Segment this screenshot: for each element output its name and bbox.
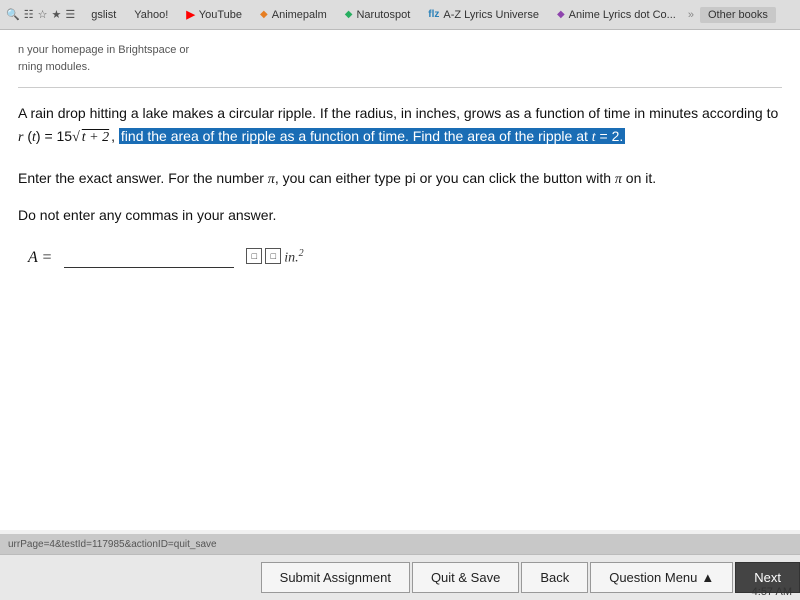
main-content: n your homepage in Brightspace or rning …: [0, 30, 800, 530]
system-time: 4:57 AM: [752, 586, 792, 598]
breadcrumb-line2: rning modules.: [18, 61, 90, 73]
tab-yahoo[interactable]: Yahoo!: [128, 7, 174, 23]
tab-animedot[interactable]: ◆ Anime Lyrics dot Co...: [551, 7, 682, 23]
tab-narutospot[interactable]: ◆ Narutospot: [339, 7, 417, 23]
no-commas-text: Do not enter any commas in your answer.: [18, 207, 276, 223]
azlyrics-icon: flz: [428, 9, 439, 20]
units-superscript: 2: [299, 248, 304, 259]
bookmark-icon[interactable]: ★: [51, 8, 61, 21]
tab-animepalm-label: Animepalm: [272, 9, 327, 21]
url-bar: urrPage=4&testId=117985&actionID=quit_sa…: [0, 534, 800, 554]
tab-yahoo-label: Yahoo!: [134, 9, 168, 21]
menu-icon[interactable]: ☰: [65, 8, 75, 21]
units-label: in.2: [284, 248, 303, 267]
tab-youtube[interactable]: ▶ YouTube: [180, 6, 248, 23]
units-icon-2: □: [265, 248, 281, 264]
tab-animedot-label: Anime Lyrics dot Co...: [569, 9, 676, 21]
instructions-text: Enter the exact answer. For the number π…: [18, 170, 656, 186]
tab-azlyrics-label: A-Z Lyrics Universe: [443, 9, 539, 21]
answer-label: A =: [28, 249, 52, 267]
youtube-icon: ▶: [186, 8, 194, 21]
tab-azlyrics[interactable]: flz A-Z Lyrics Universe: [422, 7, 545, 23]
tab-youtube-label: YouTube: [199, 9, 242, 21]
browser-tabs-bar: 🔍 ☷ ☆ ★ ☰ gslist Yahoo! ▶ YouTube ◆ Anim…: [0, 0, 800, 30]
problem-highlight: find the area of the ripple as a functio…: [119, 128, 625, 144]
tab-narutospot-label: Narutospot: [356, 9, 410, 21]
breadcrumb-line1: n your homepage in Brightspace or: [18, 44, 189, 56]
answer-input[interactable]: [64, 247, 234, 268]
question-menu-label: Question Menu: [609, 570, 697, 585]
content-divider: [18, 87, 782, 88]
animepalm-icon: ◆: [260, 9, 268, 20]
submit-assignment-button[interactable]: Submit Assignment: [261, 562, 410, 593]
tab-animepalm[interactable]: ◆ Animepalm: [254, 7, 333, 23]
quit-save-button[interactable]: Quit & Save: [412, 562, 519, 593]
window-controls: 🔍 ☷ ☆ ★ ☰: [6, 8, 75, 21]
tab-gslist-label: gslist: [91, 9, 116, 21]
instructions: Enter the exact answer. For the number π…: [18, 167, 782, 191]
star-icon[interactable]: ☆: [38, 8, 48, 21]
url-text: urrPage=4&testId=117985&actionID=quit_sa…: [8, 539, 217, 550]
bottom-action-bar: Submit Assignment Quit & Save Back Quest…: [0, 554, 800, 600]
units-icon-1: □: [246, 248, 262, 264]
chevron-up-icon: ▲: [701, 570, 714, 585]
bottom-buttons: Submit Assignment Quit & Save Back Quest…: [261, 562, 800, 593]
tabs-divider: »: [688, 9, 694, 21]
answer-row: A = □ □ in.2: [18, 247, 782, 268]
other-books-label[interactable]: Other books: [700, 7, 776, 23]
tab-gslist[interactable]: gslist: [85, 7, 122, 23]
no-commas-instruction: Do not enter any commas in your answer.: [18, 207, 782, 223]
breadcrumb: n your homepage in Brightspace or rning …: [18, 42, 782, 75]
back-button[interactable]: Back: [521, 562, 588, 593]
animedot-icon: ◆: [557, 9, 565, 20]
units-area: □ □ in.2: [246, 248, 303, 267]
question-menu-button[interactable]: Question Menu ▲: [590, 562, 733, 593]
list-icon[interactable]: ☷: [24, 8, 34, 21]
narutospot-icon: ◆: [345, 9, 353, 20]
problem-statement: A rain drop hitting a lake makes a circu…: [18, 102, 782, 149]
magnify-icon[interactable]: 🔍: [6, 8, 20, 21]
